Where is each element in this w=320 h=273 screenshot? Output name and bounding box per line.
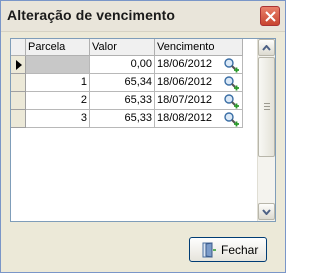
magnifier-plus-icon[interactable]	[223, 111, 239, 127]
chevron-up-icon	[262, 45, 271, 51]
cell-vencimento-text: 18/06/2012	[157, 58, 213, 70]
cell-vencimento[interactable]: 18/06/2012	[155, 74, 243, 92]
window-title: Alteração de vencimento	[7, 7, 176, 23]
dialog-window: Alteração de vencimento Parcela Valor Ve…	[0, 0, 286, 273]
magnifier-plus-icon[interactable]	[223, 93, 239, 109]
magnifier-plus-icon[interactable]	[223, 75, 239, 91]
cell-vencimento-text: 18/08/2012	[157, 112, 213, 124]
grid-corner	[11, 39, 26, 56]
cell-valor[interactable]: 0,00	[90, 56, 155, 74]
title-bar: Alteração de vencimento	[1, 1, 285, 32]
fechar-button-label: Fechar	[221, 243, 259, 257]
door-exit-icon	[202, 242, 216, 258]
grip-line	[264, 109, 270, 110]
current-row-arrow-icon	[16, 60, 22, 70]
cell-vencimento[interactable]: 18/08/2012	[155, 110, 243, 128]
row-indicator[interactable]	[11, 110, 26, 128]
cell-valor[interactable]: 65,33	[90, 110, 155, 128]
close-button[interactable]	[260, 6, 280, 26]
scroll-down-button[interactable]	[258, 203, 275, 220]
scroll-up-button[interactable]	[258, 39, 275, 56]
column-header-parcela[interactable]: Parcela	[26, 39, 90, 56]
magnifier-plus-icon[interactable]	[223, 57, 239, 73]
column-header-vencimento[interactable]: Vencimento	[155, 39, 243, 56]
cell-parcela[interactable]: 2	[26, 92, 90, 110]
grid-body: Parcela Valor Vencimento 0,00 18/06/2012…	[11, 39, 257, 221]
close-icon	[265, 11, 276, 22]
row-indicator[interactable]	[11, 74, 26, 92]
cell-vencimento-text: 18/06/2012	[157, 76, 213, 88]
scroll-thumb[interactable]	[258, 57, 275, 157]
grip-line	[264, 106, 270, 107]
cell-vencimento[interactable]: 18/06/2012	[155, 56, 243, 74]
cell-valor[interactable]: 65,33	[90, 92, 155, 110]
row-indicator[interactable]	[11, 56, 26, 74]
cell-parcela[interactable]: 3	[26, 110, 90, 128]
cell-parcela[interactable]: 1	[26, 74, 90, 92]
cell-parcela[interactable]	[26, 56, 90, 74]
installments-grid: Parcela Valor Vencimento 0,00 18/06/2012…	[10, 38, 276, 222]
column-header-valor[interactable]: Valor	[90, 39, 155, 56]
fechar-button[interactable]: Fechar	[189, 237, 267, 262]
cell-vencimento[interactable]: 18/07/2012	[155, 92, 243, 110]
chevron-down-icon	[262, 209, 271, 215]
cell-vencimento-text: 18/07/2012	[157, 94, 213, 106]
cell-valor[interactable]: 65,34	[90, 74, 155, 92]
grip-line	[264, 103, 270, 104]
row-indicator[interactable]	[11, 92, 26, 110]
vertical-scrollbar[interactable]	[257, 39, 275, 221]
